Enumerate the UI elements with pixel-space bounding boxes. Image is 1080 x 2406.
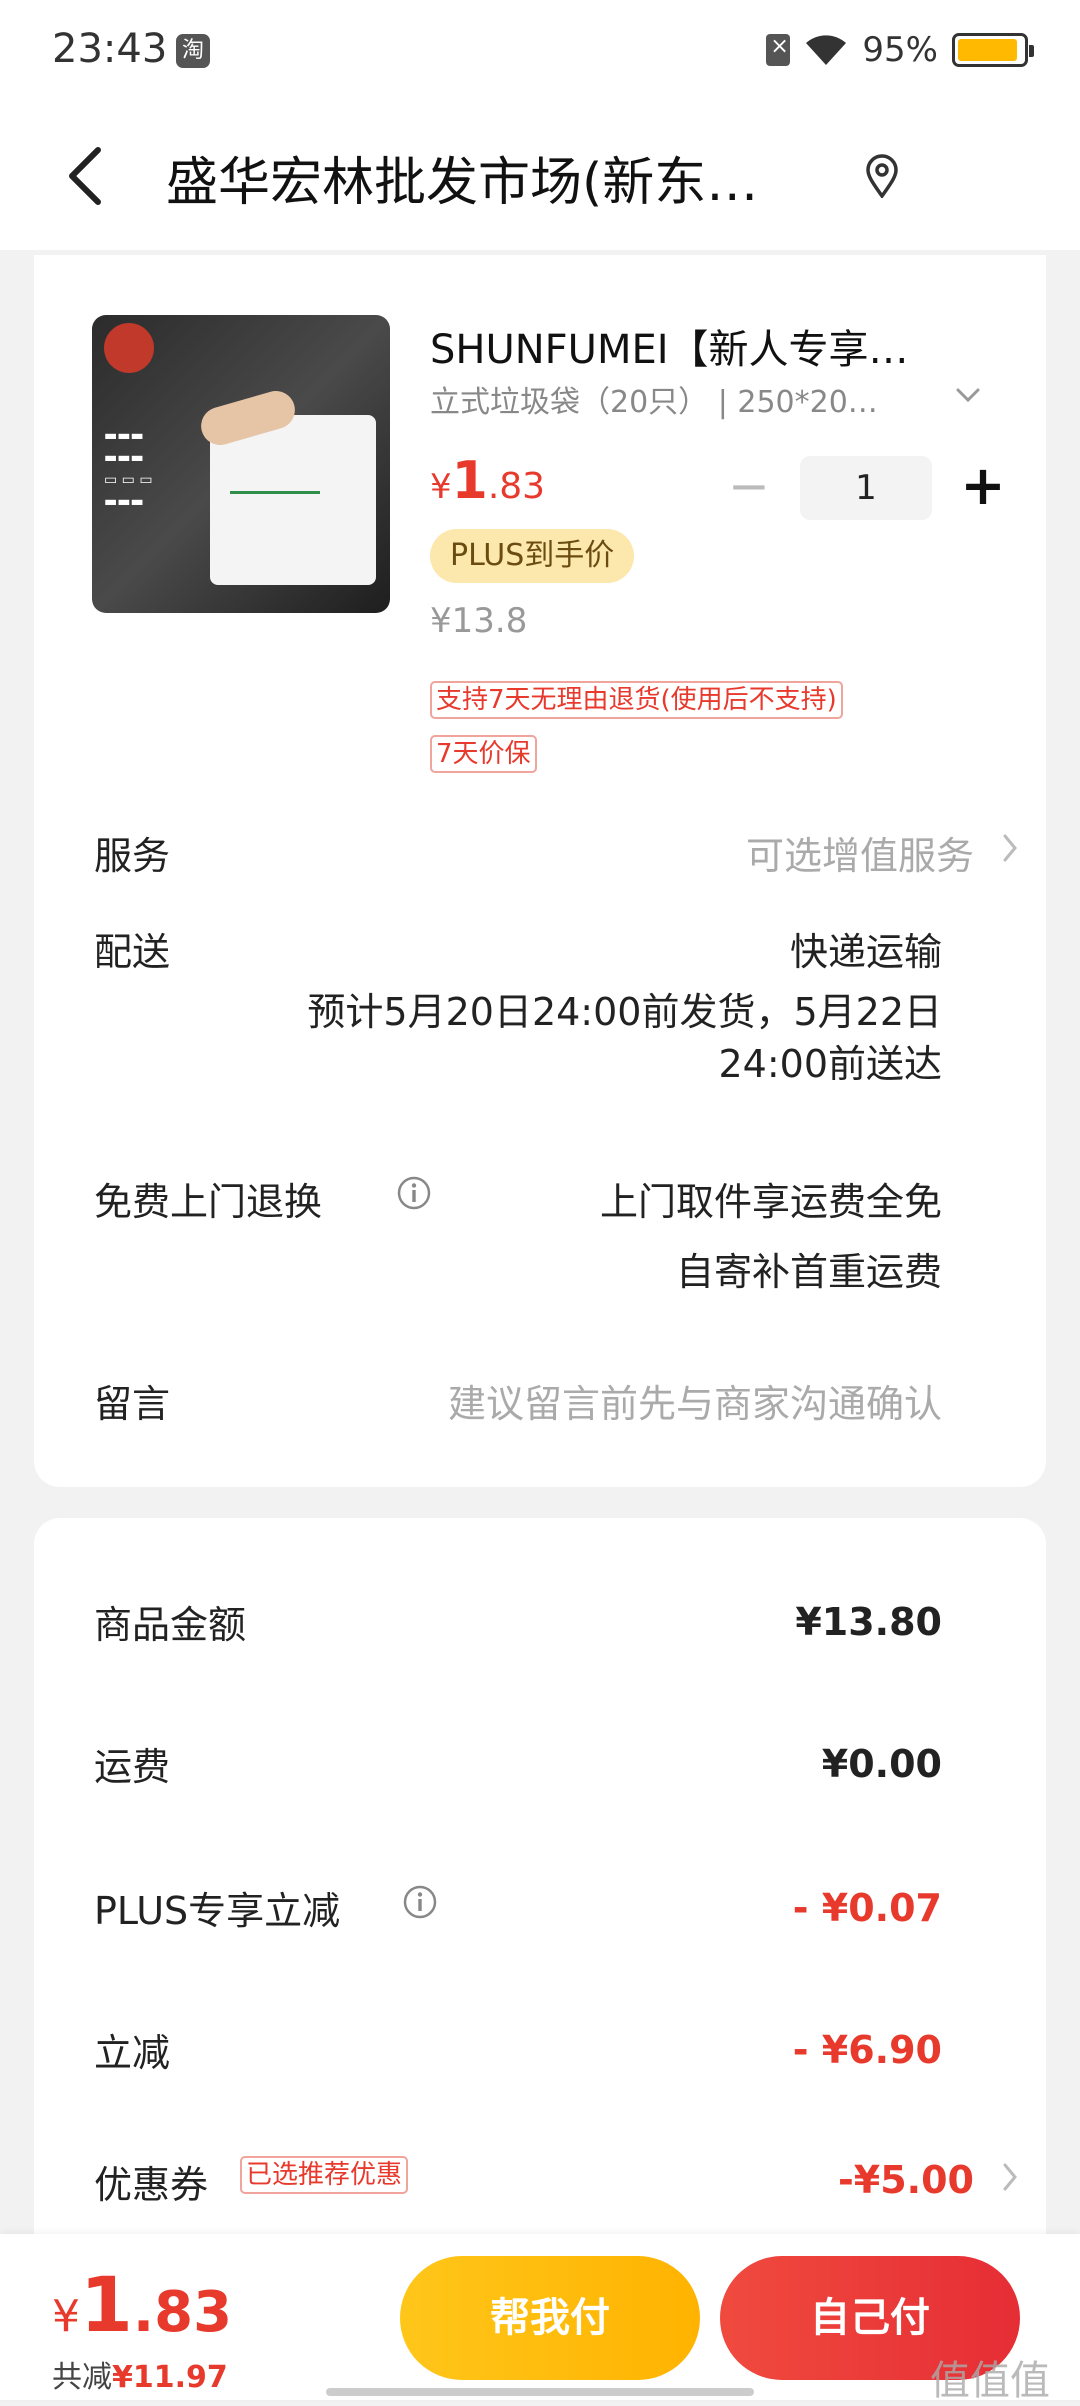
free-return-line1: 上门取件享运费全免 (599, 1180, 942, 1224)
shipping-label: 运费 (94, 1745, 171, 1789)
taobao-app-icon: 淘 (176, 34, 210, 68)
shipping-value: ¥0.00 (821, 1742, 942, 1786)
checkout-bar: ¥1.83 共减¥11.97 帮我付 自己付 (0, 2234, 1080, 2400)
info-icon[interactable] (396, 1175, 432, 1211)
total-saved: 共减¥11.97 (52, 2352, 228, 2396)
status-time: 23:43 (52, 26, 168, 72)
quantity-input[interactable]: 1 (800, 456, 932, 520)
battery-percent: 95% (862, 30, 938, 70)
product-title[interactable]: SHUNFUMEI【新人专享… (430, 317, 1000, 375)
nav-bar: 盛华宏林批发市场(新东… (0, 100, 1080, 250)
location-pin-icon[interactable] (864, 154, 900, 198)
battery-icon (952, 33, 1034, 67)
free-return-label: 免费上门退换 (94, 1180, 323, 1224)
service-value[interactable]: 可选增值服务 (746, 825, 974, 880)
price-protect-tag: 7天价保 (430, 735, 537, 773)
coupon-label: 优惠券 (94, 2163, 209, 2207)
status-icons: 95% (766, 28, 1034, 72)
total-symbol: ¥ (52, 2291, 80, 2342)
chevron-right-icon[interactable] (1000, 2160, 1020, 2194)
return-policy-tag: 支持7天无理由退货(使用后不支持) (430, 681, 843, 719)
total-integer: 1 (80, 2260, 133, 2349)
watermark: 值值值 (930, 2358, 1050, 2404)
wifi-icon (806, 35, 847, 65)
decrease-button[interactable]: − (724, 458, 774, 518)
instant-discount-label: 立减 (94, 2031, 171, 2075)
bag-label-graphic (230, 491, 320, 509)
message-input[interactable]: 建议留言前先与商家沟通确认 (448, 1373, 942, 1428)
store-title: 盛华宏林批发市场(新东… (166, 153, 759, 213)
goods-amount-value: ¥13.80 (795, 1600, 942, 1644)
product-badge-graphic (104, 323, 154, 373)
info-icon[interactable] (402, 1884, 438, 1920)
saved-amount: ¥11.97 (112, 2360, 228, 2395)
message-label: 留言 (94, 1382, 171, 1426)
product-image-graphic: ▬▬▬ ▬▬▬ ▭ ▭ ▭ ▬▬▬ (104, 428, 153, 510)
delivery-method: 快递运输 (789, 930, 942, 974)
plus-discount-value: - ¥0.07 (792, 1886, 942, 1930)
quantity-stepper: − 1 + (724, 455, 1008, 521)
free-return-line2: 自寄补首重运费 (675, 1250, 942, 1294)
delivery-label: 配送 (94, 930, 171, 974)
status-bar: 23:43 淘 95% (0, 0, 1080, 100)
price-symbol: ¥ (430, 467, 452, 507)
goods-amount-label: 商品金额 (94, 1603, 247, 1647)
product-price: ¥1.83 (430, 451, 545, 511)
plus-discount-label: PLUS专享立减 (94, 1889, 341, 1933)
total-decimal: .83 (132, 2280, 233, 2345)
service-label: 服务 (94, 834, 171, 878)
delivery-estimate-line2: 24:00前送达 (718, 1042, 942, 1086)
order-item-card: ▬▬▬ ▬▬▬ ▭ ▭ ▭ ▬▬▬ SHUNFUMEI【新人专享… 立式垃圾袋（20只… (34, 255, 1046, 1487)
help-me-pay-button[interactable]: 帮我付 (400, 2256, 700, 2380)
delivery-estimate-line1: 预计5月20日24:00前发货，5月22日 (307, 990, 942, 1034)
coupon-value[interactable]: -¥5.00 (838, 2158, 974, 2202)
product-spec[interactable]: 立式垃圾袋（20只） | 250*20… (430, 377, 950, 421)
price-integer: 1 (451, 451, 488, 511)
chevron-down-icon[interactable] (952, 385, 984, 405)
increase-button[interactable]: + (958, 458, 1008, 518)
saved-label: 共减 (52, 2360, 112, 2395)
total-price: ¥1.83 (52, 2260, 232, 2349)
chevron-right-icon[interactable] (1000, 831, 1020, 865)
back-arrow-icon[interactable] (62, 146, 112, 206)
plus-price-tag: PLUS到手价 (430, 529, 635, 583)
original-price: ¥13.8 (430, 601, 528, 641)
instant-discount-value: - ¥6.90 (792, 2028, 942, 2072)
price-summary-card: 商品金额 ¥13.80 运费 ¥0.00 PLUS专享立减 - ¥0.07 立减… (34, 1518, 1046, 2258)
home-indicator[interactable] (326, 2388, 754, 2396)
no-sim-icon (766, 34, 791, 66)
product-image[interactable]: ▬▬▬ ▬▬▬ ▭ ▭ ▭ ▬▬▬ (92, 315, 390, 613)
coupon-recommended-tag: 已选推荐优惠 (240, 2156, 409, 2194)
price-decimal: .83 (487, 466, 546, 507)
